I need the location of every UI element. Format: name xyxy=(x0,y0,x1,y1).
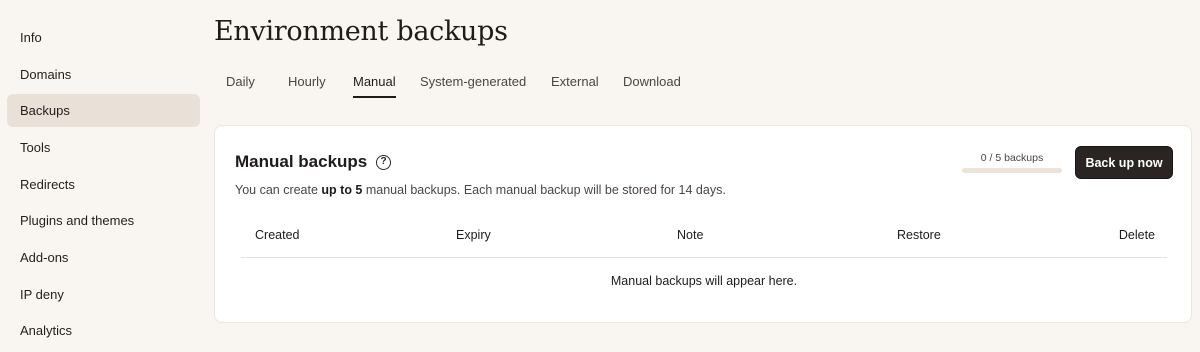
page-title: Environment backups xyxy=(214,16,508,47)
desc-limit: up to 5 xyxy=(321,183,363,197)
sidebar-item-tools[interactable]: Tools xyxy=(7,131,200,164)
sidebar-item-redirects[interactable]: Redirects xyxy=(7,168,200,201)
tab-external[interactable]: External xyxy=(551,70,599,98)
back-up-now-button[interactable]: Back up now xyxy=(1075,146,1173,179)
sidebar-item-analytics[interactable]: Analytics xyxy=(7,314,200,347)
desc-prefix: You can create xyxy=(235,183,322,197)
column-created: Created xyxy=(255,228,300,242)
backup-usage-label: 0 / 5 backups xyxy=(980,152,1044,164)
card-description: You can create up to 5 manual backups. E… xyxy=(235,183,726,197)
sidebar-item-plugins-and-themes[interactable]: Plugins and themes xyxy=(7,204,200,237)
backups-table-header: Created Expiry Note Restore Delete xyxy=(241,226,1167,258)
tab-daily[interactable]: Daily xyxy=(226,70,255,98)
column-note: Note xyxy=(677,228,704,242)
desc-suffix: manual backups. Each manual backup will … xyxy=(362,183,726,197)
card-title: Manual backups xyxy=(235,152,368,171)
column-expiry: Expiry xyxy=(456,228,491,242)
column-delete: Delete xyxy=(1118,228,1155,242)
sidebar-item-ip-deny[interactable]: IP deny xyxy=(7,278,200,311)
tab-system-generated[interactable]: System-generated xyxy=(420,70,526,98)
sidebar: Info Domains Backups Tools Redirects Plu… xyxy=(0,0,206,352)
tab-manual[interactable]: Manual xyxy=(353,70,396,98)
manual-backups-card: Manual backups ? You can create up to 5 … xyxy=(214,125,1192,323)
backup-usage-bar xyxy=(962,168,1062,173)
sidebar-item-info[interactable]: Info xyxy=(7,21,200,54)
empty-state-message: Manual backups will appear here. xyxy=(610,274,798,288)
backup-tabs: Daily Hourly Manual System-generated Ext… xyxy=(213,70,913,100)
sidebar-item-backups[interactable]: Backups xyxy=(7,94,200,127)
tab-hourly[interactable]: Hourly xyxy=(288,70,326,98)
column-restore: Restore xyxy=(897,228,941,242)
sidebar-item-add-ons[interactable]: Add-ons xyxy=(7,241,200,274)
tab-download[interactable]: Download xyxy=(623,70,681,98)
question-circle-icon[interactable]: ? xyxy=(376,155,391,170)
sidebar-item-domains[interactable]: Domains xyxy=(7,58,200,91)
